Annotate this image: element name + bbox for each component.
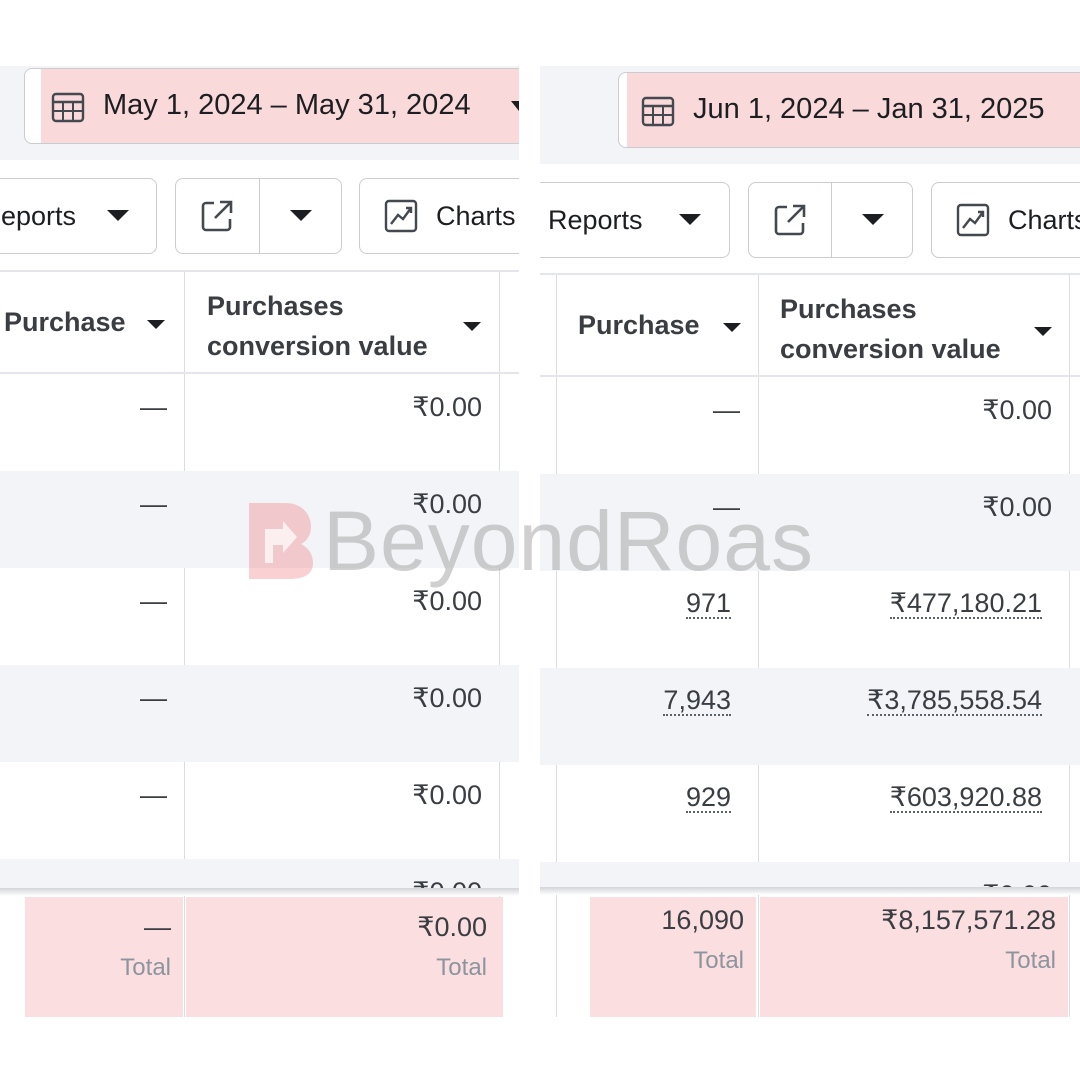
reports-label: Reports — [548, 205, 643, 235]
table-row: — ₹0.00 — [0, 762, 519, 859]
conversion-value-cell: ₹0.00 — [982, 492, 1052, 522]
sort-caret-icon[interactable] — [723, 323, 741, 332]
conversion-value-cell: ₹0.00 — [412, 586, 482, 616]
reports-label: eports — [1, 201, 77, 231]
total-conversion-value: ₹8,157,571.28 — [881, 905, 1056, 935]
table-row[interactable]: 929 ₹603,920.88 — [540, 765, 1080, 862]
conversion-value-cell: ₹0.00 — [982, 395, 1052, 425]
total-label: Total — [693, 947, 744, 974]
charts-button[interactable]: Charts — [359, 178, 519, 254]
split-divider — [259, 179, 260, 253]
table-row: — ₹0.00 — [540, 377, 1080, 474]
line-chart-icon — [956, 203, 990, 237]
reports-button[interactable]: eports — [0, 178, 157, 254]
table-row: — ₹0.00 — [0, 665, 519, 762]
table-row: ₹0.00 — [0, 859, 519, 889]
date-range-picker[interactable]: Jun 1, 2024 – Jan 31, 2025 — [618, 72, 1080, 148]
chevron-down-icon — [107, 210, 129, 221]
chevron-down-icon[interactable] — [862, 214, 884, 225]
brand-watermark: BeyondRoas — [243, 494, 843, 588]
export-split-button[interactable] — [748, 182, 913, 258]
total-label: Total — [436, 954, 487, 981]
scroll-shadow — [540, 887, 1080, 895]
sort-caret-icon[interactable] — [147, 320, 165, 329]
chevron-down-icon — [511, 101, 519, 111]
column-header-conversion-value[interactable]: Purchases conversion value — [207, 286, 428, 366]
purchase-cell[interactable]: 929 — [685, 783, 731, 813]
date-range-picker[interactable]: May 1, 2024 – May 31, 2024 — [24, 68, 519, 144]
split-divider — [831, 183, 832, 257]
sort-caret-icon[interactable] — [1034, 327, 1052, 336]
table-row[interactable]: 7,943 ₹3,785,558.54 — [540, 668, 1080, 765]
purchase-cell: — — [140, 586, 167, 616]
conversion-value-cell[interactable]: ₹477,180.21 — [889, 589, 1042, 619]
charts-button[interactable]: Charts — [931, 182, 1080, 258]
share-icon[interactable] — [200, 199, 234, 233]
purchase-cell: — — [140, 780, 167, 810]
table-row: ₹0.00 — [540, 862, 1080, 890]
conversion-value-cell[interactable]: ₹3,785,558.54 — [867, 686, 1042, 716]
column-header-purchase[interactable]: Purchase — [4, 302, 126, 342]
chevron-down-icon[interactable] — [290, 210, 312, 221]
metrics-table: Purchase Purchases conversion value — ₹0… — [0, 270, 519, 1030]
reports-button[interactable]: Reports — [540, 182, 730, 258]
sort-caret-icon[interactable] — [463, 322, 481, 331]
charts-label: Charts — [1008, 205, 1080, 235]
total-label: Total — [120, 954, 171, 981]
purchase-cell: — — [713, 395, 740, 425]
purchase-cell: — — [140, 489, 167, 519]
watermark-text: BeyondRoas — [323, 494, 814, 588]
calendar-icon — [51, 92, 85, 123]
beyondroas-logo-icon — [249, 503, 313, 579]
total-conversion-value: ₹0.00 — [417, 912, 487, 942]
export-split-button[interactable] — [175, 178, 342, 254]
purchase-cell: — — [140, 683, 167, 713]
charts-label: Charts — [436, 201, 516, 231]
chevron-down-icon — [679, 214, 701, 225]
total-purchase: — — [144, 912, 171, 942]
column-header-conversion-value[interactable]: Purchases conversion value — [780, 289, 1001, 369]
purchase-cell: — — [140, 392, 167, 422]
line-chart-icon — [384, 199, 418, 233]
conversion-value-cell: ₹0.00 — [412, 683, 482, 713]
date-range-text: Jun 1, 2024 – Jan 31, 2025 — [693, 93, 1045, 125]
conversion-value-cell: ₹0.00 — [412, 780, 482, 810]
total-label: Total — [1005, 947, 1056, 974]
purchase-cell[interactable]: 971 — [685, 589, 731, 619]
date-range-text: May 1, 2024 – May 31, 2024 — [103, 89, 471, 121]
calendar-icon — [641, 96, 675, 127]
conversion-value-cell[interactable]: ₹603,920.88 — [889, 783, 1042, 813]
table-row: — ₹0.00 — [0, 374, 519, 471]
total-purchase: 16,090 — [661, 905, 744, 935]
conversion-value-cell: ₹0.00 — [412, 392, 482, 422]
purchase-cell[interactable]: 7,943 — [663, 686, 731, 716]
scroll-shadow — [0, 888, 519, 896]
metrics-table: Purchase Purchases conversion value — ₹0… — [540, 273, 1080, 1033]
share-icon[interactable] — [773, 203, 807, 237]
column-header-purchase[interactable]: Purchase — [578, 305, 700, 345]
